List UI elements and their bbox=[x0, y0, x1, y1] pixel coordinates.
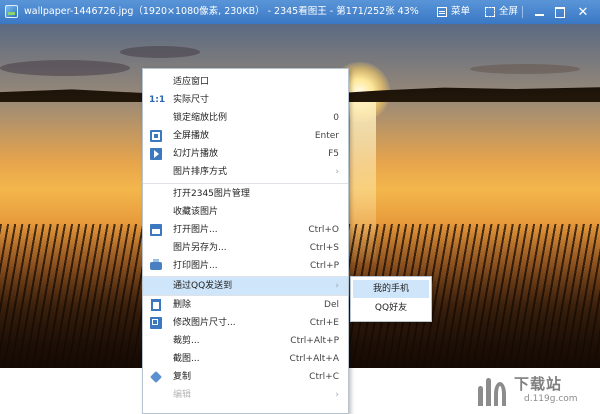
submenu-item-my-phone[interactable]: 我的手机 bbox=[353, 280, 429, 298]
menu-item-label: 全屏播放 bbox=[173, 131, 210, 141]
menu-item-label: 修改图片尺寸... bbox=[173, 318, 236, 328]
fullscreen-icon bbox=[485, 7, 495, 17]
window-title: wallpaper-1446726.jpg（1920×1080像素, 230KB… bbox=[24, 6, 419, 17]
titlebar-divider bbox=[522, 6, 523, 18]
cloud-shape bbox=[470, 64, 580, 74]
fullscreen-icon bbox=[150, 130, 162, 142]
chevron-right-icon: › bbox=[335, 167, 339, 177]
menu-item-label: 裁剪... bbox=[173, 336, 200, 346]
context-menu: 适应窗口 1:1 实际尺寸 锁定缩放比例 0 全屏播放 Enter 幻灯片播放 … bbox=[142, 68, 349, 414]
menu-item-shortcut: Enter bbox=[314, 131, 339, 141]
menu-item-label: 复制 bbox=[173, 372, 192, 382]
fullscreen-button[interactable]: 全屏 bbox=[485, 0, 518, 24]
menu-item-fullscreen[interactable]: 全屏播放 Enter bbox=[143, 127, 348, 145]
maximize-icon bbox=[555, 6, 565, 18]
menu-item-send-via-qq[interactable]: 通过QQ发送到 › bbox=[143, 277, 348, 295]
watermark-site: d.119g.com bbox=[524, 394, 578, 404]
menu-item-shortcut: F5 bbox=[328, 149, 339, 159]
site-watermark: 下载站 d.119g.com bbox=[476, 372, 596, 410]
menu-item-delete[interactable]: 删除 Del bbox=[143, 296, 348, 314]
app-icon bbox=[5, 5, 18, 18]
open-icon bbox=[150, 224, 162, 236]
menu-item-edit[interactable]: 编辑 › bbox=[143, 386, 348, 404]
menu-item-fit-window[interactable]: 适应窗口 bbox=[143, 73, 348, 91]
menu-item-label: 打开2345图片管理 bbox=[173, 189, 250, 199]
actual-size-icon: 1:1 bbox=[149, 95, 166, 105]
menu-item-label: 实际尺寸 bbox=[173, 95, 210, 105]
menu-item-open-image[interactable]: 打开图片... Ctrl+O bbox=[143, 221, 348, 239]
menu-item-sort-order[interactable]: 图片排序方式 › bbox=[143, 163, 348, 181]
menu-item-shortcut: Ctrl+C bbox=[309, 372, 339, 382]
menu-item-lock-zoom[interactable]: 锁定缩放比例 0 bbox=[143, 109, 348, 127]
maximize-button[interactable] bbox=[549, 0, 571, 24]
slideshow-icon bbox=[150, 148, 162, 160]
resize-icon bbox=[150, 317, 162, 329]
menu-item-resize[interactable]: 修改图片尺寸... Ctrl+E bbox=[143, 314, 348, 332]
close-icon: ✕ bbox=[577, 4, 589, 20]
menu-item-shortcut: Del bbox=[324, 300, 339, 310]
trash-icon bbox=[151, 299, 161, 311]
chevron-right-icon: › bbox=[335, 390, 339, 400]
watermark-logo-icon bbox=[476, 374, 510, 406]
menu-item-shortcut: 0 bbox=[333, 113, 339, 123]
menu-item-crop[interactable]: 裁剪... Ctrl+Alt+P bbox=[143, 332, 348, 350]
menu-item-favorite[interactable]: 收藏该图片 bbox=[143, 203, 348, 221]
menu-item-shortcut: Ctrl+E bbox=[309, 318, 339, 328]
menu-item-label: 幻灯片播放 bbox=[173, 149, 219, 159]
menu-button-label: 菜单 bbox=[451, 6, 471, 17]
minimize-button[interactable] bbox=[528, 0, 550, 24]
watermark-brand: 下载站 bbox=[514, 375, 563, 393]
menu-item-shortcut: Ctrl+S bbox=[309, 243, 339, 253]
chevron-right-icon: › bbox=[335, 281, 339, 291]
menu-item-print[interactable]: 打印图片... Ctrl+P bbox=[143, 257, 348, 275]
qq-send-submenu: 我的手机 QQ好友 bbox=[350, 276, 432, 322]
submenu-item-qq-friend[interactable]: QQ好友 bbox=[353, 299, 429, 317]
title-bar[interactable]: wallpaper-1446726.jpg（1920×1080像素, 230KB… bbox=[0, 0, 600, 24]
copy-icon bbox=[150, 371, 162, 383]
menu-item-label: 打印图片... bbox=[173, 261, 218, 271]
menu-item-open-manager[interactable]: 打开2345图片管理 bbox=[143, 185, 348, 203]
menu-item-save-as[interactable]: 图片另存为... Ctrl+S bbox=[143, 239, 348, 257]
menu-item-shortcut: Ctrl+P bbox=[310, 261, 339, 271]
menu-item-label: 图片另存为... bbox=[173, 243, 227, 253]
close-button[interactable]: ✕ bbox=[572, 0, 594, 24]
fullscreen-button-label: 全屏 bbox=[499, 6, 519, 17]
menu-item-label: 截图... bbox=[173, 354, 200, 364]
cloud-shape bbox=[120, 46, 200, 58]
cloud-shape bbox=[0, 60, 130, 76]
menu-item-label: 收藏该图片 bbox=[173, 207, 219, 217]
menu-icon bbox=[437, 7, 447, 17]
menu-item-shortcut: Ctrl+Alt+A bbox=[289, 354, 339, 364]
menu-button[interactable]: 菜单 bbox=[437, 0, 470, 24]
menu-item-shortcut: Ctrl+O bbox=[308, 225, 339, 235]
menu-item-label: 删除 bbox=[173, 300, 192, 310]
menu-item-label: 打开图片... bbox=[173, 225, 218, 235]
menu-item-slideshow[interactable]: 幻灯片播放 F5 bbox=[143, 145, 348, 163]
print-icon bbox=[150, 259, 162, 270]
menu-item-label: 锁定缩放比例 bbox=[173, 113, 228, 123]
menu-divider bbox=[143, 183, 348, 184]
menu-item-screenshot[interactable]: 截图... Ctrl+Alt+A bbox=[143, 350, 348, 368]
minimize-icon bbox=[534, 14, 544, 16]
menu-item-label: 适应窗口 bbox=[173, 77, 210, 87]
menu-item-copy[interactable]: 复制 Ctrl+C bbox=[143, 368, 348, 386]
menu-item-actual-size[interactable]: 1:1 实际尺寸 bbox=[143, 91, 348, 109]
menu-item-shortcut: Ctrl+Alt+P bbox=[290, 336, 339, 346]
menu-item-label: 通过QQ发送到 bbox=[173, 281, 233, 291]
menu-item-label: 编辑 bbox=[173, 390, 192, 400]
menu-item-label: 图片排序方式 bbox=[173, 167, 228, 177]
